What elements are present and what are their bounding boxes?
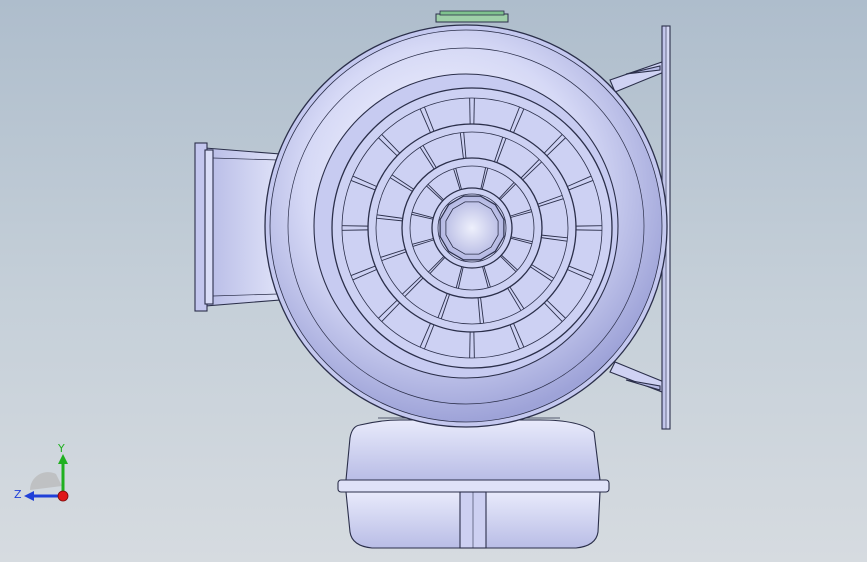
y-arrowhead-icon (58, 454, 68, 464)
top-nozzle (435, 10, 509, 23)
center-hub (439, 195, 505, 261)
z-arrowhead-icon (24, 491, 34, 501)
x-axis-dot-icon (57, 490, 69, 502)
triad-plane-icon (30, 472, 62, 490)
coordinate-triad: Y Z (14, 442, 69, 502)
graphics-viewport[interactable]: Y Z (0, 0, 867, 562)
part-model-view[interactable] (0, 0, 867, 562)
y-axis-label: Y (57, 442, 65, 455)
bottom-base (337, 417, 610, 549)
z-axis-label: Z (14, 488, 22, 501)
